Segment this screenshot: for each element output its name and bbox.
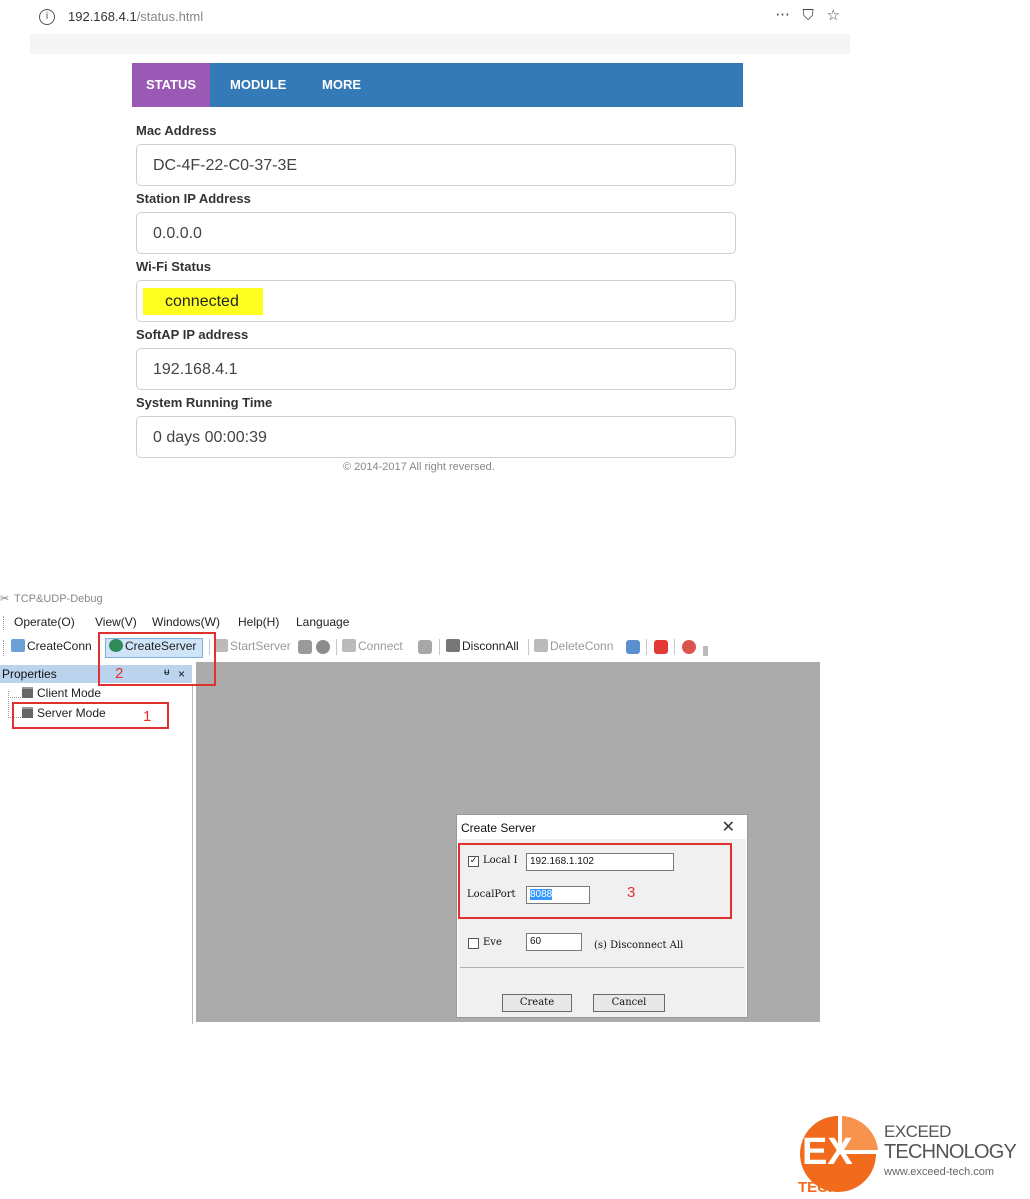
annotation-number-1: 1: [143, 708, 152, 725]
properties-title: Properties: [2, 667, 57, 681]
create-button[interactable]: Create: [502, 994, 572, 1012]
annotation-box-3: [458, 843, 732, 919]
mac-address-label: Mac Address: [136, 123, 217, 138]
running-time-value: 0 days 00:00:39: [153, 429, 267, 446]
client-mode-icon: [22, 687, 33, 698]
running-time-label: System Running Time: [136, 395, 273, 410]
url-text[interactable]: 192.168.4.1/status.html: [68, 9, 203, 24]
disconn-all-icon: [446, 639, 460, 652]
every-seconds-input[interactable]: 60: [526, 933, 582, 951]
site-info-icon[interactable]: i: [39, 9, 55, 25]
tree-item-client-mode[interactable]: Client Mode: [22, 686, 101, 700]
tab-status[interactable]: STATUS: [132, 63, 210, 107]
softap-ip-label: SoftAP IP address: [136, 327, 249, 342]
footer-copyright: © 2014-2017 All right reversed.: [343, 461, 495, 473]
delete-conn-label: DeleteConn: [550, 639, 614, 653]
power-icon[interactable]: [654, 640, 668, 654]
toolbar-separator: [674, 639, 675, 655]
toolbar-separator: [336, 639, 337, 655]
browser-tools: ··· ⛉ ☆: [767, 6, 840, 24]
properties-tree: Client Mode Server Mode: [0, 684, 193, 1024]
disconn-all-button[interactable]: DisconnAll: [446, 639, 519, 653]
status-nav-bar: STATUS MODULE MORE: [132, 63, 743, 107]
station-ip-field: 0.0.0.0: [136, 212, 736, 254]
station-ip-label: Station IP Address: [136, 191, 251, 206]
url-host: 192.168.4.1: [68, 9, 137, 24]
logo-exceed-text: EXCEED: [884, 1122, 951, 1141]
delete-conn-icon: [534, 639, 548, 652]
logo-mark-sub: TECH: [798, 1179, 839, 1194]
tab-module[interactable]: MODULE: [230, 63, 286, 107]
softap-ip-value: 192.168.4.1: [153, 361, 238, 378]
dialog-separator: [460, 967, 744, 968]
page-actions-icon[interactable]: ···: [775, 6, 789, 24]
wifi-status-field: connected: [136, 280, 736, 322]
disconnect-all-label: (s) Disconnect All: [594, 940, 684, 951]
tab-more[interactable]: MORE: [322, 63, 361, 107]
menu-view[interactable]: View(V): [95, 615, 137, 629]
running-time-field: 0 days 00:00:39: [136, 416, 736, 458]
settings-icon[interactable]: [316, 640, 330, 654]
toolbar-separator: [528, 639, 529, 655]
exceed-technology-logo: EX TECH EXCEED TECHNOLOGY www.exceed-tec…: [796, 1114, 1026, 1194]
delete-conn-button[interactable]: DeleteConn: [534, 639, 613, 653]
network-icon[interactable]: [626, 640, 640, 654]
help-tool-icon[interactable]: [682, 640, 696, 654]
bookmark-star-icon[interactable]: ☆: [827, 6, 840, 24]
menubar-grip: [3, 616, 6, 630]
connect-icon: [342, 639, 356, 652]
app-title-bar: ✂ TCP&UDP-Debug: [0, 592, 103, 605]
create-conn-icon: [11, 639, 25, 652]
pocket-icon[interactable]: ⛉: [803, 6, 814, 24]
url-path: /status.html: [136, 9, 204, 24]
disconn-all-label: DisconnAll: [462, 639, 519, 653]
app-title: TCP&UDP-Debug: [14, 593, 103, 605]
every-label: Eve: [483, 937, 502, 948]
disconnect-icon[interactable]: [418, 640, 432, 654]
menu-language[interactable]: Language: [296, 615, 349, 629]
toolbar-grip: [3, 640, 6, 656]
annotation-number-3: 3: [627, 884, 636, 901]
wifi-status-label: Wi-Fi Status: [136, 259, 211, 274]
connect-label: Connect: [358, 639, 403, 653]
start-server-label: StartServer: [230, 639, 291, 653]
app-logo-icon: ✂: [0, 592, 10, 605]
start-server-button[interactable]: StartServer: [214, 639, 291, 653]
browser-toolbar-strip: [30, 34, 850, 54]
client-mode-label: Client Mode: [37, 686, 102, 700]
menu-bar: Operate(O) View(V) Windows(W) Help(H) La…: [0, 612, 720, 634]
softap-ip-field: 192.168.4.1: [136, 348, 736, 390]
every-checkbox[interactable]: [468, 938, 479, 949]
dialog-close-icon[interactable]: ✕: [722, 817, 735, 836]
create-conn-label: CreateConn: [27, 639, 92, 653]
browser-url-bar[interactable]: i 192.168.4.1/status.html ··· ⛉ ☆: [30, 0, 850, 35]
toolbar-overflow-icon[interactable]: [703, 646, 708, 656]
cancel-button[interactable]: Cancel: [593, 994, 665, 1012]
mac-address-field: DC-4F-22-C0-37-3E: [136, 144, 736, 186]
annotation-number-2: 2: [115, 665, 124, 682]
menu-windows[interactable]: Windows(W): [152, 615, 220, 629]
mac-address-value: DC-4F-22-C0-37-3E: [153, 157, 298, 174]
wifi-status-value: connected: [165, 293, 239, 310]
toolbar-separator: [439, 639, 440, 655]
menu-help[interactable]: Help(H): [238, 615, 279, 629]
exceed-logo-mark: EX TECH: [798, 1116, 878, 1194]
start-server-icon: [214, 639, 228, 652]
create-conn-button[interactable]: CreateConn: [11, 639, 92, 653]
stop-server-icon[interactable]: [298, 640, 312, 654]
logo-mark-text: EX: [802, 1131, 853, 1173]
dialog-title: Create Server: [461, 821, 536, 835]
wifi-status-highlight: connected: [143, 288, 263, 315]
logo-url-text: www.exceed-tech.com: [884, 1166, 995, 1178]
toolbar-separator: [646, 639, 647, 655]
every-seconds-value: 60: [530, 936, 542, 947]
logo-technology-text: TECHNOLOGY: [884, 1141, 1017, 1163]
connect-button[interactable]: Connect: [342, 639, 403, 653]
menu-operate[interactable]: Operate(O): [14, 615, 75, 629]
station-ip-value: 0.0.0.0: [153, 225, 202, 242]
